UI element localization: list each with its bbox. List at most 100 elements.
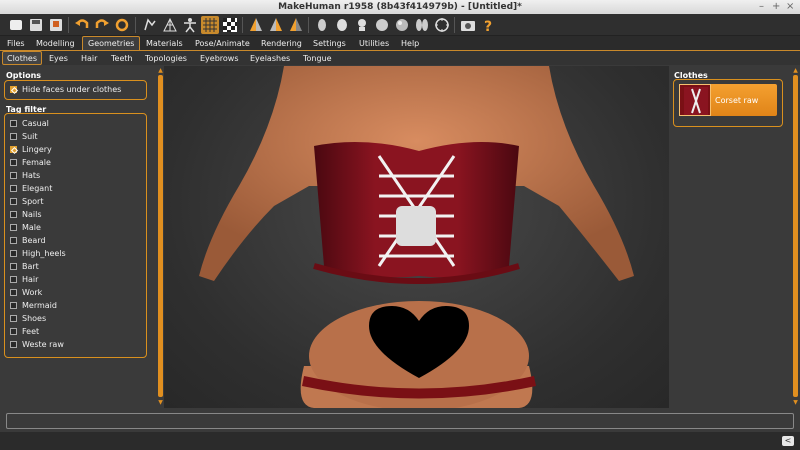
left-panel-scrollbar[interactable] [158,75,163,397]
toolbar-separator [135,17,136,33]
tag-sport[interactable]: Sport [10,197,43,206]
tag-nails[interactable]: Nails [10,210,42,219]
tag-bart[interactable]: Bart [10,262,39,271]
sphere-view-icon[interactable] [393,16,411,34]
tab-modelling[interactable]: Modelling [31,37,80,50]
svg-text:?: ? [484,19,492,33]
tag-label: Nails [22,210,42,219]
undo-icon[interactable] [73,16,91,34]
clothing-item-corset-raw[interactable]: Corset raw [679,84,777,116]
front-view-icon[interactable] [247,16,265,34]
right-scroll-up-icon[interactable]: ▲ [792,67,799,74]
menu-tabs: Files Modelling Geometries Materials Pos… [0,36,800,50]
new-file-icon[interactable] [7,16,25,34]
subtab-eyelashes[interactable]: Eyelashes [246,52,294,65]
back-view-icon[interactable] [267,16,285,34]
toolbar-separator [454,17,455,33]
right-view-icon[interactable] [313,16,331,34]
tag-casual[interactable]: Casual [10,119,49,128]
tag-label: Hair [22,275,39,284]
tag-hair[interactable]: Hair [10,275,38,284]
checkbox-box [10,211,17,218]
tab-pose-animate[interactable]: Pose/Animate [190,37,255,50]
tag-hats[interactable]: Hats [10,171,40,180]
skeleton-view-icon[interactable] [413,16,431,34]
tag-label: Female [22,158,51,167]
tag-female[interactable]: Female [10,158,51,167]
redo-icon[interactable] [93,16,111,34]
tab-files[interactable]: Files [2,37,30,50]
tag-elegant[interactable]: Elegant [10,184,52,193]
pose-icon[interactable] [181,16,199,34]
screenshot-icon[interactable] [459,16,477,34]
maximize-button[interactable]: + [772,0,780,14]
close-button[interactable]: × [786,0,794,14]
top-view-icon[interactable] [333,16,351,34]
tag-label: Suit [22,132,38,141]
tag-lingery[interactable]: Lingery [10,145,52,154]
tag-male[interactable]: Male [10,223,41,232]
toolbar-separator [242,17,243,33]
minimize-button[interactable]: – [759,0,764,14]
checkbox-box [10,276,17,283]
tag-high-heels[interactable]: High_heels [10,249,66,258]
subtab-eyebrows[interactable]: Eyebrows [196,52,243,65]
checkbox-box [10,172,17,179]
tag-weste-raw[interactable]: Weste raw [10,340,64,349]
window-title: MakeHuman r1958 (8b43f414979b) - [Untitl… [278,2,522,12]
checkbox-box [10,159,17,166]
window-titlebar: MakeHuman r1958 (8b43f414979b) - [Untitl… [0,0,800,14]
tag-work[interactable]: Work [10,288,42,297]
tag-label: Mermaid [22,301,57,310]
reset-camera-icon[interactable] [433,16,451,34]
tab-help[interactable]: Help [396,37,424,50]
tag-label: Feet [22,327,40,336]
clothing-item-label: Corset raw [715,95,759,105]
checker-icon[interactable] [221,16,239,34]
save-icon[interactable] [27,16,45,34]
left-view-icon[interactable] [287,16,305,34]
tab-utilities[interactable]: Utilities [354,37,394,50]
status-bar [6,413,794,429]
right-panel-scrollbar[interactable] [793,75,798,397]
subtab-teeth[interactable]: Teeth [107,52,137,65]
subtab-hair[interactable]: Hair [77,52,101,65]
tab-geometries[interactable]: Geometries [82,36,141,50]
tag-label: High_heels [22,249,66,258]
sub-tabs: Clothes Eyes Hair Teeth Topologies Eyebr… [0,50,800,65]
checkbox-box [10,341,17,348]
tag-shoes[interactable]: Shoes [10,314,46,323]
subtab-eyes[interactable]: Eyes [45,52,72,65]
subtab-tongue[interactable]: Tongue [299,52,336,65]
reset-icon[interactable] [113,16,131,34]
collapse-icon[interactable]: < [782,436,794,446]
tab-settings[interactable]: Settings [308,37,351,50]
options-title: Options [6,71,42,80]
export-icon[interactable] [47,16,65,34]
wireframe-icon[interactable] [161,16,179,34]
right-scroll-down-icon[interactable]: ▼ [792,399,799,406]
tag-feet[interactable]: Feet [10,327,39,336]
checkbox-box [10,120,17,127]
left-scroll-up-icon[interactable]: ▲ [157,67,164,74]
3d-viewport[interactable] [164,66,669,408]
tag-label: Hats [22,171,41,180]
tab-rendering[interactable]: Rendering [256,37,307,50]
help-icon[interactable]: ? [479,16,497,34]
subtab-clothes[interactable]: Clothes [2,51,42,65]
hide-faces-checkbox[interactable]: Hide faces under clothes [10,85,121,94]
tab-materials[interactable]: Materials [141,37,188,50]
bottom-view-icon[interactable] [353,16,371,34]
tag-suit[interactable]: Suit [10,132,38,141]
bottom-bar: < [0,432,800,450]
grid-icon[interactable] [201,16,219,34]
subtab-topologies[interactable]: Topologies [141,52,191,65]
left-scroll-down-icon[interactable]: ▼ [157,399,164,406]
checkbox-box [10,86,17,93]
tag-label: Work [22,288,43,297]
side-view-icon[interactable] [373,16,391,34]
checkbox-box [10,146,17,153]
tag-beard[interactable]: Beard [10,236,46,245]
smooth-icon[interactable] [141,16,159,34]
tag-mermaid[interactable]: Mermaid [10,301,57,310]
